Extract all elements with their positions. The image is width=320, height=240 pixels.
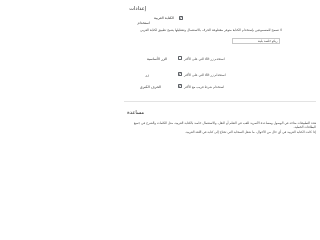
hotkey-label-3: الحرف الكبرى bbox=[139, 85, 161, 89]
hotkey-hint-3: استخدام شرط قريب مع الأكثر bbox=[184, 85, 225, 90]
hotkey-checkbox-1[interactable] bbox=[178, 56, 182, 60]
name-input-value: ريكو خلسة بلينة bbox=[257, 39, 278, 43]
hotkey-checkbox-2[interactable]: ✓ bbox=[178, 72, 182, 76]
hotkey-hint-1: استخدم زر Alt التي على الأكثر bbox=[184, 57, 225, 62]
use-label: استخدام bbox=[137, 21, 150, 25]
help-paragraph-1: هذه التطبيقات متاحة في الوصول ومساعدة ال… bbox=[133, 121, 316, 130]
hotkey-label-2: زر bbox=[145, 73, 149, 77]
help-paragraph-2: إذا كانت الكتابة العربية في أي حال من ال… bbox=[185, 130, 316, 134]
settings-title: إعدادات bbox=[129, 6, 146, 12]
help-title: مساعدة bbox=[127, 110, 144, 116]
hotkey-label-1: الزر الأساسية bbox=[146, 57, 167, 61]
section-divider bbox=[124, 101, 316, 102]
name-input[interactable]: ريكو خلسة بلينة bbox=[232, 38, 280, 44]
hotkey-hint-2: استخدام زر Alt التي على الأكثر bbox=[184, 73, 226, 78]
settings-description: لا تسمح للمسموعين بإستخدام الكتابة متوفر… bbox=[140, 28, 282, 32]
check-icon: ✓ bbox=[178, 84, 182, 88]
arabic-writing-checkbox[interactable]: ✓ bbox=[179, 15, 183, 20]
check-icon: ✓ bbox=[178, 72, 182, 76]
arabic-writing-label: الكتابة العربية bbox=[153, 16, 174, 20]
hotkey-checkbox-3[interactable]: ✓ bbox=[178, 84, 182, 88]
check-icon: ✓ bbox=[179, 15, 183, 20]
